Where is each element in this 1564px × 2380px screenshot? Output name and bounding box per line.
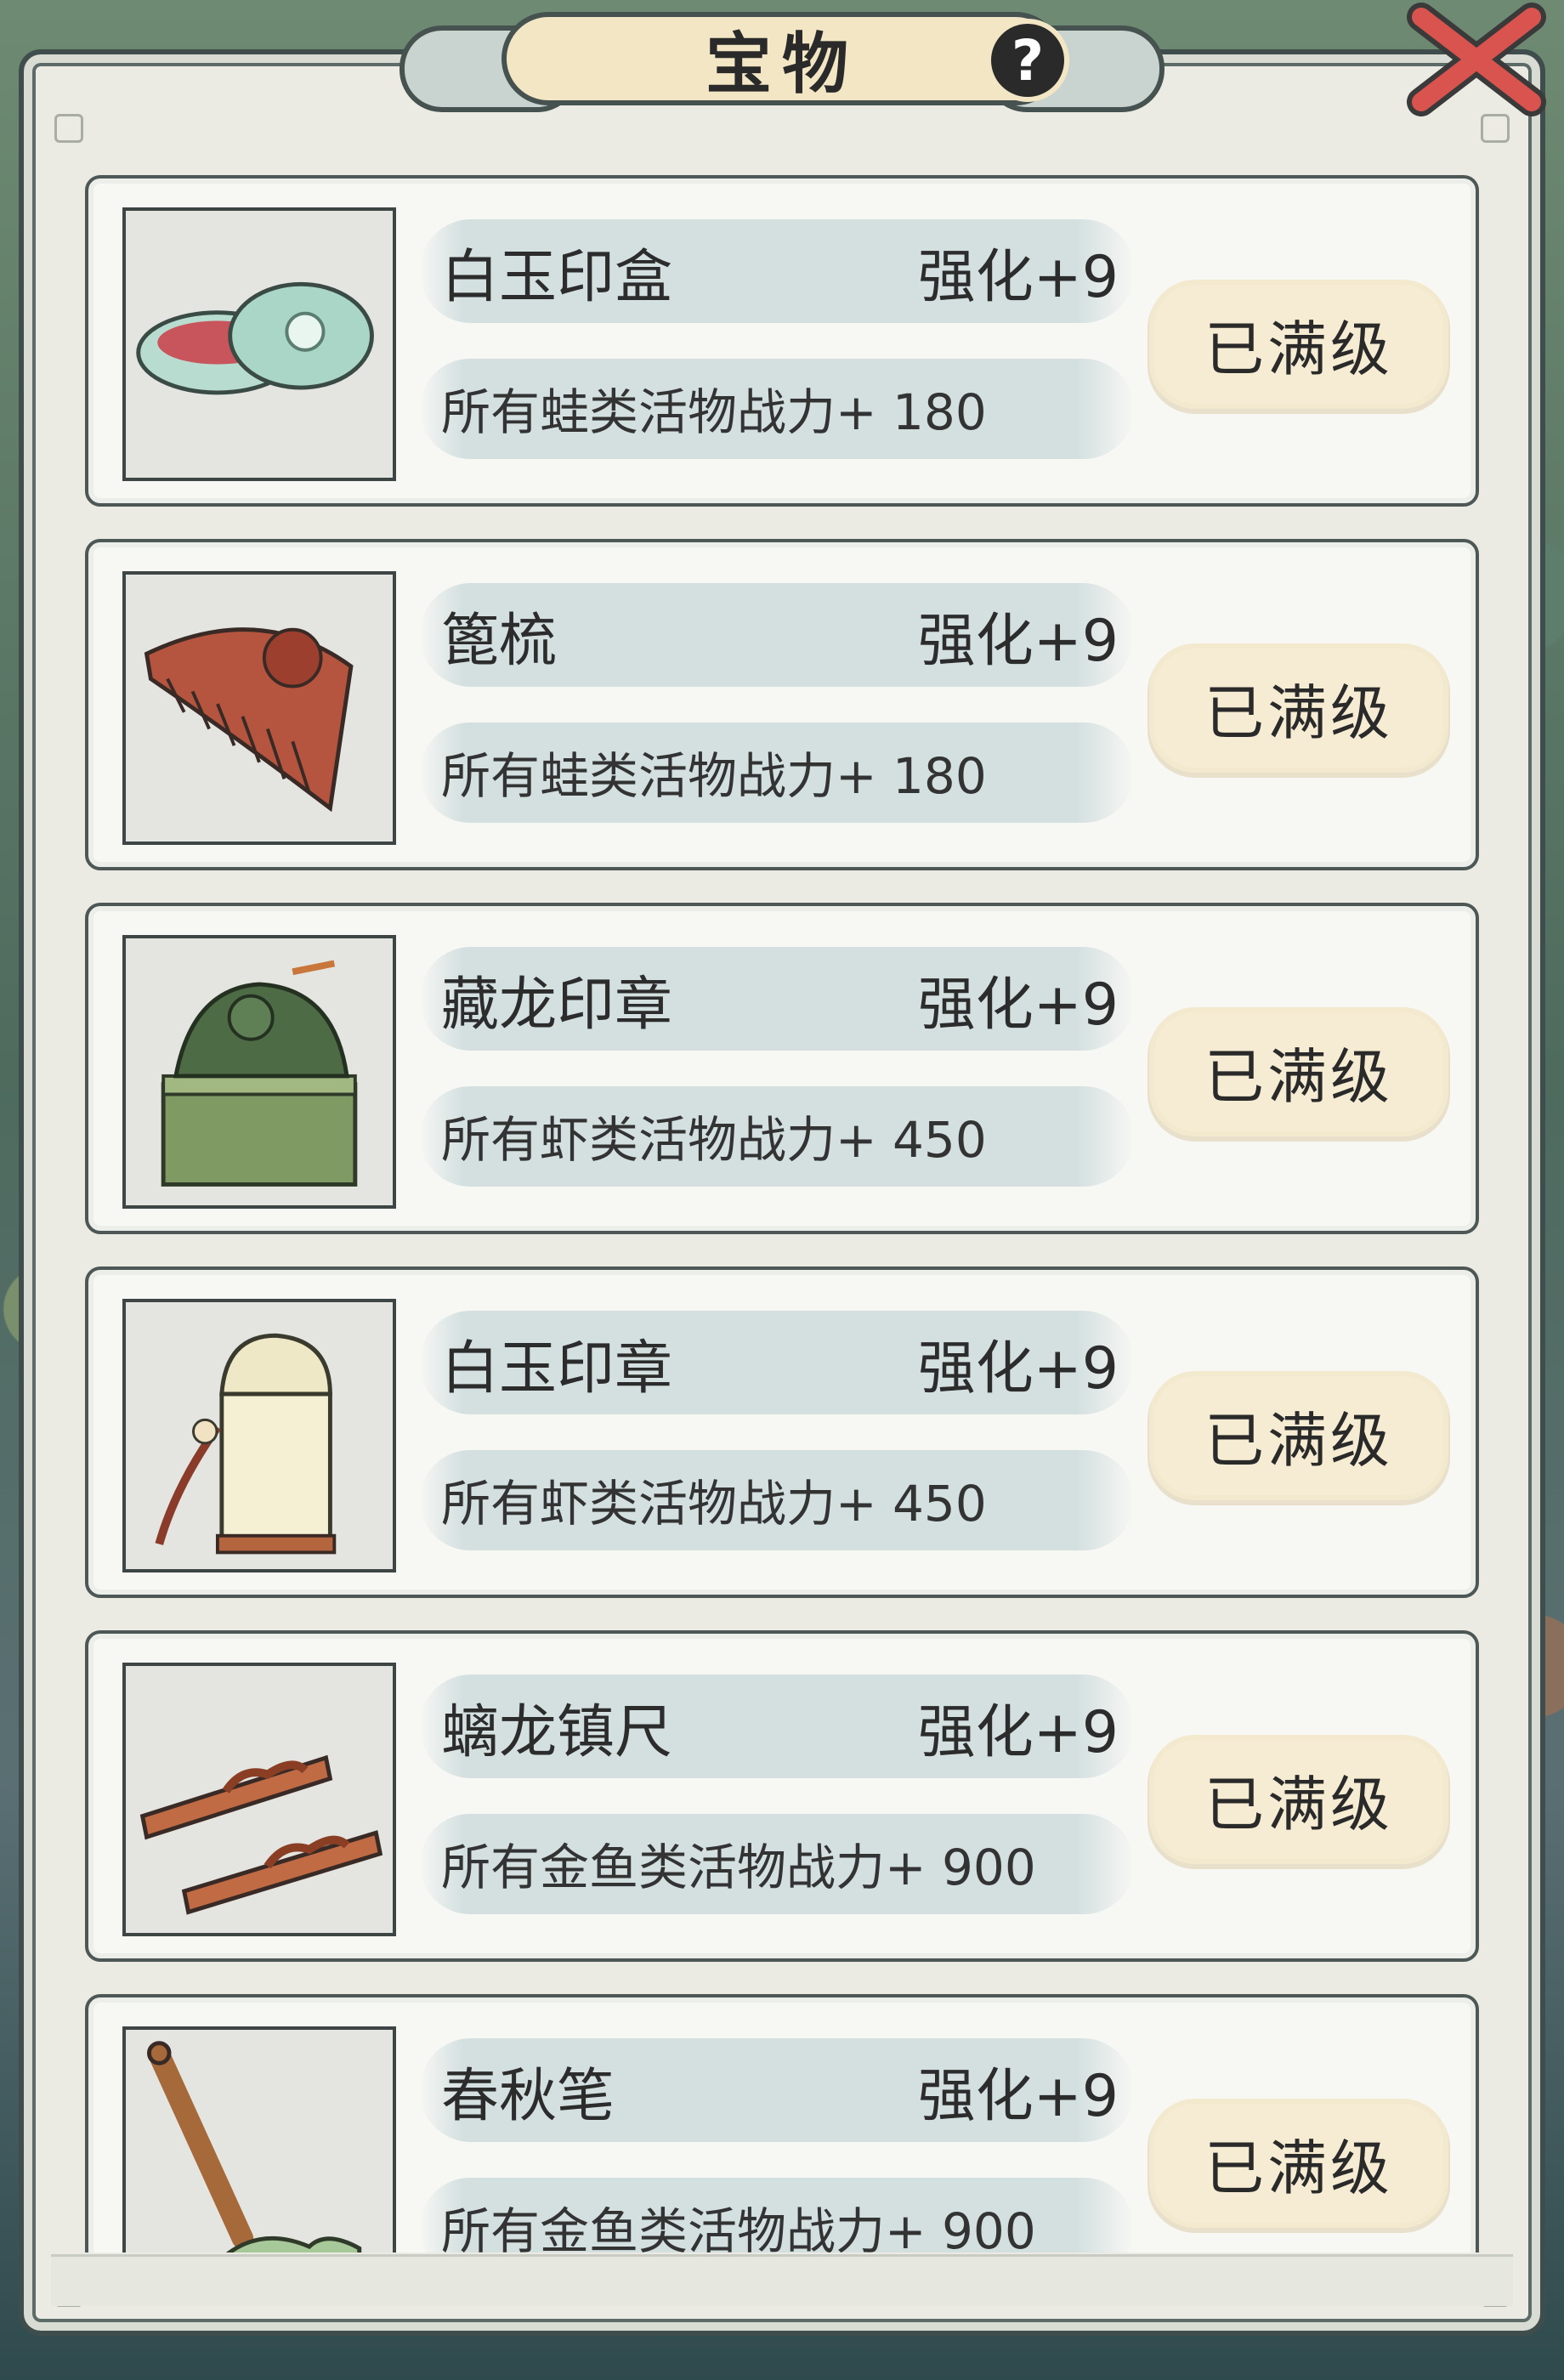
item-level: 强化+9 <box>917 244 1119 311</box>
max-level-button[interactable]: 已满级 <box>1154 1012 1443 1131</box>
item-thumbnail <box>122 207 396 481</box>
item-description: 所有金鱼类活物战力+ 900 <box>441 1839 1036 1896</box>
item-level: 强化+9 <box>917 2063 1119 2130</box>
item-name: 螭龙镇尺 <box>441 1699 673 1766</box>
item-thumbnail <box>122 1299 396 1572</box>
item-level: 强化+9 <box>917 1699 1119 1766</box>
item-thumbnail <box>122 2026 396 2252</box>
item-description: 所有虾类活物战力+ 450 <box>441 1111 987 1169</box>
treasure-card: 螭龙镇尺 强化+9 所有金鱼类活物战力+ 900 已满级 <box>85 1630 1479 1962</box>
max-level-button[interactable]: 已满级 <box>1154 649 1443 768</box>
close-button[interactable] <box>1404 0 1549 119</box>
item-description: 所有虾类活物战力+ 450 <box>441 1475 987 1533</box>
title-plate: 宝物 ? <box>400 0 1164 128</box>
max-level-button[interactable]: 已满级 <box>1154 1376 1443 1495</box>
corner-ornament <box>54 114 83 143</box>
page-title: 宝物 <box>705 26 858 103</box>
treasure-card: 白玉印章 强化+9 所有虾类活物战力+ 450 已满级 <box>85 1266 1479 1598</box>
title-banner: 宝物 <box>502 12 1062 105</box>
comb-icon <box>144 627 354 813</box>
paperweight-icon <box>139 1754 383 1915</box>
dragon-seal-icon <box>161 960 358 1187</box>
item-description: 所有蛙类活物战力+ 180 <box>441 383 987 441</box>
question-icon: ? <box>1011 27 1045 94</box>
treasure-card: 白玉印盒 强化+9 所有蛙类活物战力+ 180 已满级 <box>85 175 1479 507</box>
jade-ink-box-icon <box>136 281 374 395</box>
item-name: 白玉印盒 <box>441 244 673 311</box>
item-name: 篦梳 <box>441 608 558 675</box>
item-description: 所有蛙类活物战力+ 180 <box>441 747 987 805</box>
treasure-card: 篦梳 强化+9 所有蛙类活物战力+ 180 已满级 <box>85 539 1479 870</box>
item-thumbnail <box>122 935 396 1209</box>
max-level-button[interactable]: 已满级 <box>1154 2104 1443 2223</box>
treasure-card: 藏龙印章 强化+9 所有虾类活物战力+ 450 已满级 <box>85 903 1479 1234</box>
max-level-button[interactable]: 已满级 <box>1154 1740 1443 1859</box>
panel-bottom-edge <box>51 2254 1513 2306</box>
item-level: 强化+9 <box>917 1335 1119 1402</box>
close-icon <box>1407 3 1546 116</box>
max-level-button[interactable]: 已满级 <box>1154 285 1443 404</box>
item-name: 白玉印章 <box>441 1335 673 1402</box>
treasure-card: 春秋笔 强化+9 所有金鱼类活物战力+ 900 已满级 <box>85 1994 1479 2252</box>
item-level: 强化+9 <box>917 972 1119 1039</box>
item-level: 强化+9 <box>917 608 1119 675</box>
item-thumbnail <box>122 571 396 845</box>
item-description: 所有金鱼类活物战力+ 900 <box>441 2202 1036 2252</box>
brush-pen-icon <box>147 2041 362 2252</box>
item-name: 藏龙印章 <box>441 972 673 1039</box>
help-button[interactable]: ? <box>986 19 1069 102</box>
jade-seal-icon <box>155 1333 337 1555</box>
item-thumbnail <box>122 1663 396 1936</box>
item-name: 春秋笔 <box>441 2063 615 2130</box>
treasure-list[interactable]: 白玉印盒 强化+9 所有蛙类活物战力+ 180 已满级 篦梳 强化+9 所有蛙类… <box>85 170 1479 2252</box>
